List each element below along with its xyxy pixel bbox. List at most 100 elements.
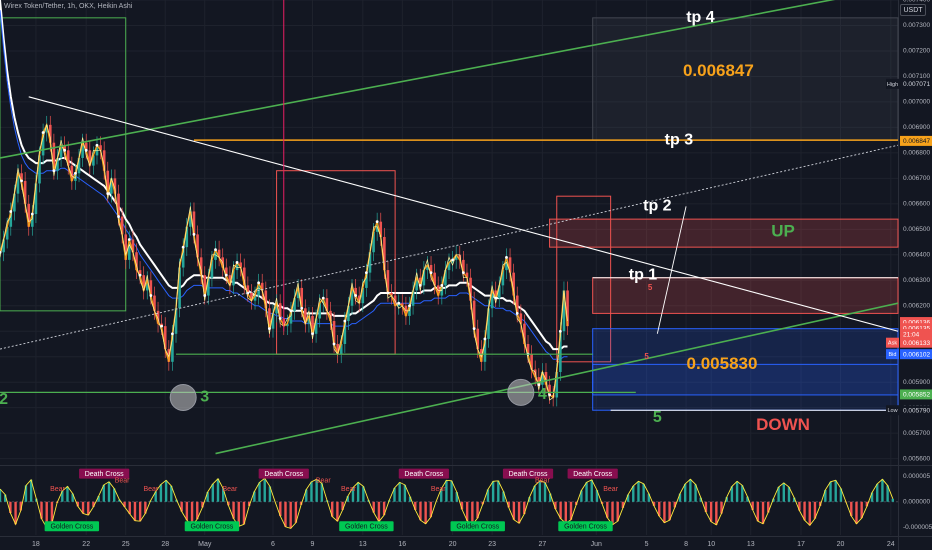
price-point bbox=[289, 309, 293, 313]
oscillator-bar bbox=[689, 479, 692, 502]
price-tag-text: 0.005852 bbox=[903, 392, 930, 399]
annotation-label: tp 2 bbox=[643, 198, 672, 215]
price-point bbox=[397, 301, 401, 305]
annotation-label: tp 4 bbox=[686, 9, 715, 26]
annotation-label: 0.006847 bbox=[683, 61, 754, 80]
price-point bbox=[364, 271, 368, 275]
osc-tick-label: 0.000000 bbox=[903, 498, 930, 505]
oscillator-bar bbox=[497, 480, 500, 502]
time-tick-label: 25 bbox=[122, 541, 130, 548]
oscillator-bar bbox=[450, 480, 453, 502]
price-tag-prefix-text: Bid bbox=[889, 352, 897, 358]
price-tag-prefix-text: High bbox=[887, 82, 898, 88]
annotation-label: 3 bbox=[200, 389, 209, 406]
oscillator-bar bbox=[517, 501, 521, 524]
time-tick-label: 27 bbox=[538, 541, 546, 548]
cross-label: Bear bbox=[50, 486, 65, 493]
price-point bbox=[472, 327, 476, 331]
wave-circle bbox=[169, 383, 197, 411]
price-point bbox=[429, 271, 433, 275]
price-point bbox=[63, 148, 67, 152]
cross-label: Bear bbox=[535, 478, 550, 485]
price-tag-prefix-text: Ask bbox=[888, 341, 897, 347]
annotation-label: 4 bbox=[538, 386, 547, 403]
price-point bbox=[300, 306, 304, 310]
price-tag-prefix-text: Low bbox=[887, 408, 897, 414]
price-point bbox=[311, 332, 314, 336]
oscillator-bar bbox=[185, 501, 189, 521]
price-tick-label: 0.006800 bbox=[903, 150, 930, 157]
oscillator-bar bbox=[424, 501, 427, 524]
price-point bbox=[52, 169, 56, 173]
oscillator-bar bbox=[637, 481, 640, 502]
time-tick-label: 16 bbox=[398, 541, 406, 548]
cross-label: Golden Cross bbox=[564, 524, 607, 531]
time-tick-label: 18 bbox=[32, 541, 40, 548]
price-point bbox=[84, 148, 88, 152]
chart-title: Wirex Token/Tether, 1h, OKX, Heikin Ashi bbox=[4, 3, 133, 10]
cross-label: Golden Cross bbox=[345, 524, 388, 531]
price-point bbox=[354, 294, 358, 297]
oscillator-bar bbox=[398, 482, 401, 502]
annotation-label: tp 1 bbox=[629, 266, 658, 283]
time-tick-label: 5 bbox=[645, 541, 649, 548]
oscillator-bar bbox=[0, 489, 2, 502]
zone-box bbox=[549, 218, 899, 248]
annotation-label: UP bbox=[771, 221, 795, 240]
time-tick-label: 20 bbox=[837, 541, 845, 548]
oscillator-bar bbox=[590, 479, 593, 502]
price-point bbox=[451, 258, 454, 262]
oscillator-bar bbox=[709, 501, 713, 522]
cross-label: Bear bbox=[603, 486, 618, 493]
price-point bbox=[214, 248, 217, 252]
price-tick-label: 0.006700 bbox=[903, 175, 930, 182]
oscillator-bar bbox=[356, 482, 360, 502]
price-tick-label: 0.006600 bbox=[903, 201, 930, 208]
oscillator-bar bbox=[491, 481, 495, 502]
time-tick-label: 8 bbox=[684, 541, 688, 548]
chart-canvas: tp 4 0.006847 tp 3 tp 2 UP tp 1 0.005830 DOWN 5 2… bbox=[0, 0, 932, 550]
price-point bbox=[558, 329, 562, 333]
time-tick-label: 22 bbox=[82, 541, 90, 548]
price-tag-text: 0.006133 bbox=[903, 340, 930, 347]
price-point bbox=[515, 311, 519, 315]
annotation-label: 2 bbox=[0, 391, 8, 408]
price-point bbox=[41, 131, 45, 134]
cross-label: Bear bbox=[431, 486, 446, 493]
oscillator-bar bbox=[419, 501, 422, 521]
price-point bbox=[160, 324, 164, 328]
cross-label: Death Cross bbox=[404, 471, 443, 478]
price-tag-text: 0.005790 bbox=[903, 407, 930, 414]
oscillator-bar bbox=[107, 481, 111, 502]
oscillator-bar bbox=[715, 501, 718, 525]
price-point bbox=[9, 210, 13, 213]
price-tick-label: 0.007200 bbox=[903, 48, 930, 55]
price-point bbox=[494, 296, 498, 300]
oscillator-bar bbox=[133, 501, 137, 521]
time-tick-label: 10 bbox=[707, 541, 715, 548]
oscillator-bar bbox=[211, 483, 215, 502]
oscillator-bar bbox=[855, 501, 858, 524]
oscillator-bar bbox=[834, 480, 837, 502]
time-tick-label: 6 bbox=[271, 541, 275, 548]
cross-label: Golden Cross bbox=[50, 524, 93, 531]
oscillator-bar bbox=[761, 501, 765, 524]
price-tick-label: 0.005700 bbox=[903, 430, 930, 437]
cross-label: Death Cross bbox=[573, 471, 612, 478]
price-point bbox=[386, 291, 390, 295]
currency-button[interactable]: USDT bbox=[900, 4, 926, 16]
oscillator-bar bbox=[310, 481, 313, 502]
time-tick-label: 13 bbox=[359, 541, 367, 548]
price-point bbox=[278, 317, 282, 320]
oscillator-bar bbox=[876, 483, 879, 502]
price-tick-label: 0.006500 bbox=[903, 226, 930, 233]
oscillator-bar bbox=[263, 478, 266, 502]
price-point bbox=[235, 261, 239, 264]
cross-label: Bear bbox=[115, 478, 130, 485]
price-point bbox=[375, 220, 379, 224]
oscillator-bar bbox=[585, 482, 588, 502]
price-point bbox=[505, 255, 508, 259]
price-point bbox=[74, 171, 77, 175]
price-tag-text: 0.006847 bbox=[903, 138, 930, 145]
time-tick-label: 13 bbox=[747, 541, 755, 548]
